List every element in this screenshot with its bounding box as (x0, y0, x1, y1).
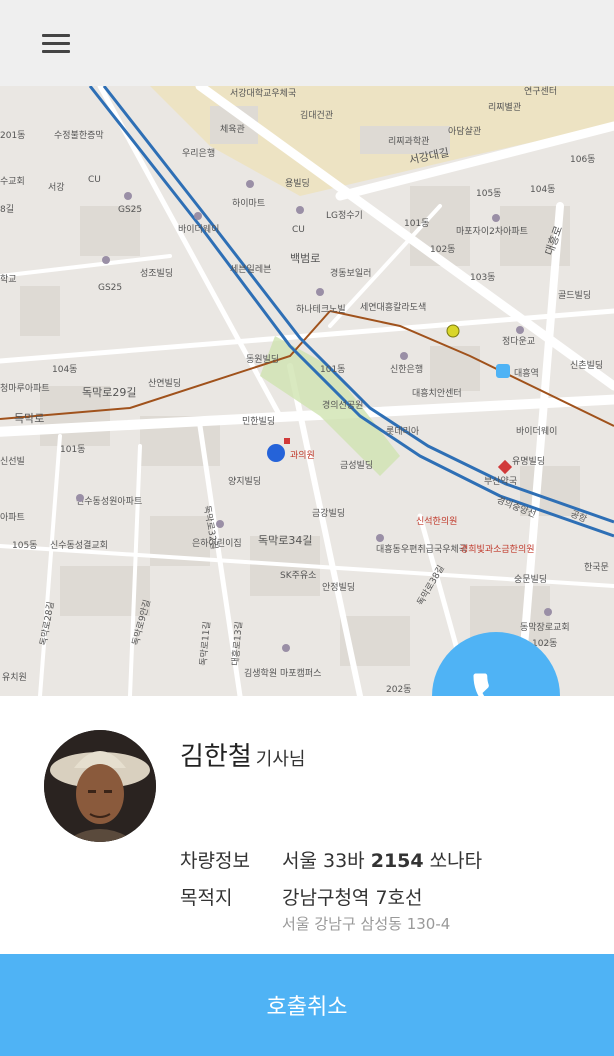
map-label: 101동 (320, 364, 345, 375)
map-label: 103동 (470, 272, 495, 283)
map-label: 롯데리아 (386, 426, 420, 437)
map-label: 101동 (60, 444, 85, 455)
map-label: 동원빌딩 (246, 354, 279, 365)
map-label: CU (88, 175, 101, 185)
vehicle-info-value: 서울 33바 2154 쏘나타 (282, 846, 482, 873)
map-label: 리찌과학관 (388, 136, 429, 147)
map-label: LG정수기 (326, 210, 363, 221)
map-label: 안정빌딩 (322, 582, 355, 593)
map-label: 서강대학교우체국 (230, 88, 296, 99)
map-label: 경의선공원 (322, 399, 363, 411)
map-label: 골드빌딩 (558, 290, 591, 301)
map-view[interactable]: 서강대학교우체국 김대건관 리찌과학관 아담샬관 리찌별관 연구센터 서강대길 … (0, 86, 614, 696)
vehicle-model: 쏘나타 (429, 850, 483, 872)
map-label: 서강 (48, 182, 65, 193)
map-label: 우리은행 (182, 147, 215, 159)
map-label: 아파트 (0, 512, 25, 523)
map-label: 104동 (530, 184, 555, 195)
map-label: 신수동성결교회 (50, 540, 108, 551)
map-label: 101동 (404, 218, 429, 229)
map-label: 신수동성원아파트 (76, 496, 142, 507)
map-label: 유명빌딩 (512, 456, 545, 467)
map-label: 8길 (0, 204, 14, 215)
cancel-call-button[interactable]: 호출취소 (0, 954, 614, 1056)
map-label: 경희빛과소금한의원 (460, 543, 535, 555)
map-label: 201동 (0, 130, 25, 141)
map-label: 경동보일러 (330, 267, 371, 279)
map-label: 산연빌딩 (148, 378, 181, 389)
map-label: 독막로 (14, 412, 44, 425)
driver-title-suffix: 기사님 (255, 749, 306, 770)
driver-avatar (44, 730, 156, 842)
map-label: 신석한의원 (416, 516, 457, 527)
hamburger-menu-icon[interactable] (40, 30, 74, 56)
driver-name: 김한철 기사님 (180, 736, 305, 773)
map-label: 숭문빌딩 (514, 574, 547, 585)
map-label: 민한빌딩 (242, 416, 275, 427)
destination-value: 강남구청역 7호선 (282, 887, 423, 909)
map-label: CU (292, 225, 305, 235)
map-label: 수정불한증막 (54, 130, 104, 141)
map-label: 리찌별관 (488, 102, 521, 113)
top-bar (0, 0, 614, 86)
vehicle-plate-number: 2154 (370, 850, 424, 872)
map-label: 연구센터 (524, 86, 557, 97)
map-label: GS25 (118, 205, 142, 215)
map-label: 김생학원 마포캠퍼스 (244, 667, 321, 679)
map-label: 아담샬관 (448, 125, 481, 137)
map-label: 바이더웨이 (178, 223, 219, 235)
map-label: SK주유소 (280, 570, 316, 581)
map-label: 독막로11길 (198, 621, 213, 666)
map-label: 102동 (430, 244, 455, 255)
map-label: 금강빌딩 (312, 508, 345, 519)
map-label: 105동 (476, 188, 501, 199)
map-label: 하이마트 (232, 198, 265, 209)
map-label: 신촌빌딩 (570, 360, 603, 371)
map-label: 정다운교 (502, 336, 535, 347)
map-label: 양지빌딩 (228, 476, 261, 487)
map-label: 세븐일레븐 (230, 264, 271, 275)
map-label: 과의원 (290, 450, 315, 461)
map-label: 수교회 (0, 176, 25, 187)
map-label: 체육관 (220, 124, 245, 135)
map-label: 용빌딩 (285, 178, 310, 189)
map-label: 백범로 (290, 252, 320, 265)
destination-address: 서울 강남구 삼성동 130-4 (282, 915, 451, 933)
map-label: 마포자이2차아파트 (456, 225, 528, 237)
map-label: 하나테크노빌 (296, 304, 346, 315)
map-label: 독막로29길 (82, 386, 136, 399)
map-label: 105동 (12, 540, 37, 551)
map-label: 바이더웨이 (516, 425, 557, 437)
map-label: 106동 (570, 154, 595, 165)
map-label: 성조빌딩 (140, 268, 173, 279)
vehicle-plate-prefix: 서울 33바 (282, 850, 365, 872)
map-label: 104동 (52, 364, 77, 375)
map-label: 동막장로교회 (520, 622, 570, 633)
map-label: 신한은행 (390, 363, 423, 375)
driver-name-text: 김한철 (180, 742, 252, 772)
map-label: 청마루아파트 (0, 383, 50, 394)
map-label: GS25 (98, 283, 122, 293)
map-label: 신선빌 (0, 456, 25, 467)
map-label: 학교 (0, 274, 17, 285)
map-label: 대흥치안센터 (412, 387, 462, 399)
map-label: 유치원 (2, 671, 27, 683)
destination-label: 목적지 (180, 887, 233, 909)
map-label: 대흥동우편취급국우체국 (376, 543, 467, 555)
map-label: 세연대흥칼라도색 (360, 301, 426, 313)
map-label: 독막로28길 (38, 601, 57, 647)
map-label: 김대건관 (300, 109, 333, 121)
map-label: 대흥역 (514, 367, 539, 379)
map-label: 금성빌딩 (340, 460, 373, 471)
vehicle-info-label: 차량정보 (180, 850, 250, 872)
current-location-marker (267, 444, 285, 462)
map-label: 부산약국 (484, 475, 517, 487)
map-label: 독막로34길 (258, 534, 312, 547)
map-label: 한국문 (584, 562, 609, 573)
map-label: 202동 (386, 684, 411, 695)
